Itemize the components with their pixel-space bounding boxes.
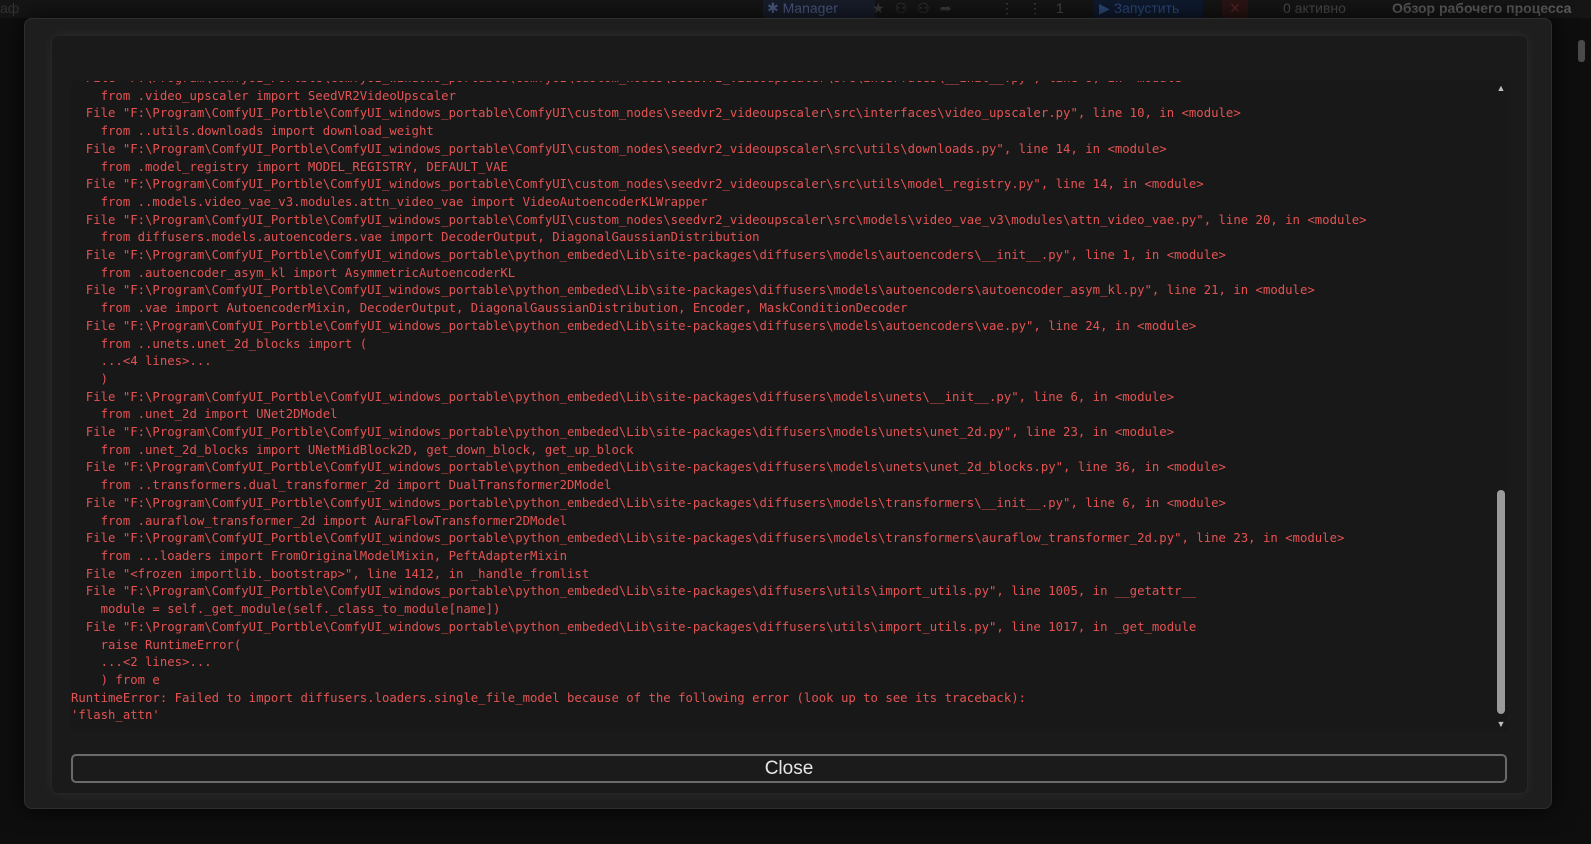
batch-count-value: 1 [1056,0,1078,16]
share-icon[interactable]: ➦ [940,0,962,16]
drag-handle-icon: ⋮⋮ [1000,0,1056,16]
puzzle-icon: ✱ [767,0,783,16]
batch-count[interactable]: ⋮⋮1 [1000,0,1078,18]
log-line: from .model_registry import MODEL_REGIST… [71,159,508,174]
scroll-down-arrow-icon[interactable]: ▼ [1494,717,1508,731]
log-line: File "F:\Program\ComfyUI_Portble\ComfyUI… [71,425,1175,440]
log-line: File "F:\Program\ComfyUI_Portble\ComfyUI… [71,531,1345,546]
error-log-text: File "F:\Program\ComfyUI_Portble\ComfyUI… [71,81,1492,725]
log-line: File "F:\Program\ComfyUI_Portble\ComfyUI… [71,141,1167,156]
log-line: from .video_upscaler import SeedVR2Video… [71,88,456,103]
log-line: File "F:\Program\ComfyUI_Portble\ComfyUI… [71,106,1241,121]
log-line: from .unet_2d import UNet2DModel [71,407,338,422]
log-line: from ..utils.downloads import download_w… [71,124,434,139]
log-line: from .vae import AutoencoderMixin, Decod… [71,301,908,316]
log-line: File "F:\Program\ComfyUI_Portble\ComfyUI… [71,495,1226,510]
log-line: from .autoencoder_asym_kl import Asymmet… [71,265,516,280]
close-button[interactable]: Close [71,754,1507,783]
log-line: File "F:\Program\ComfyUI_Portble\ComfyUI… [71,248,1226,263]
error-log-panel[interactable]: File "F:\Program\ComfyUI_Portble\ComfyUI… [71,81,1508,731]
log-line: from ...loaders import FromOriginalModel… [71,548,568,563]
log-scrollbar-thumb[interactable] [1497,490,1505,714]
log-line: File "F:\Program\ComfyUI_Portble\ComfyUI… [71,318,1197,333]
log-line: module = self._get_module(self._class_to… [71,602,501,617]
user-icon[interactable]: ⚇ [895,0,918,16]
log-line: from .unet_2d_blocks import UNetMidBlock… [71,442,634,457]
log-line: from diffusers.models.autoencoders.vae i… [71,230,760,245]
log-line: ) from e [71,672,160,687]
log-line: File "F:\Program\ComfyUI_Portble\ComfyUI… [71,619,1197,634]
log-line: File "F:\Program\ComfyUI_Portble\ComfyUI… [71,81,1189,85]
user-alt-icon[interactable]: ⚇ [917,0,940,16]
play-icon: ▶ [1099,0,1114,16]
log-line: File "F:\Program\ComfyUI_Portble\ComfyUI… [71,389,1175,404]
log-line: raise RuntimeError( [71,637,242,652]
scroll-up-arrow-icon[interactable]: ▲ [1494,81,1508,95]
run-label: Запустить [1113,0,1180,16]
star-icon[interactable]: ★ [872,0,895,16]
active-queue-count: 0 активно [1283,0,1346,16]
log-line: ...<2 lines>... [71,655,212,670]
log-line: File "F:\Program\ComfyUI_Portble\ComfyUI… [71,283,1315,298]
workflow-overview-tab[interactable]: Обзор рабочего процесса [1392,0,1571,18]
log-line: ) [71,371,109,386]
log-line: from ..models.video_vae_v3.modules.attn_… [71,194,708,209]
manager-label: Manager [782,0,838,16]
log-line: File "<frozen importlib._bootstrap>", li… [71,566,590,581]
log-line: ...<4 lines>... [71,354,212,369]
manager-button[interactable]: ✱ Manager [763,0,875,18]
log-line: from ..transformers.dual_transformer_2d … [71,478,612,493]
log-line: RuntimeError: Failed to import diffusers… [71,690,1027,705]
page-scrollbar-thumb[interactable] [1578,40,1585,62]
log-line: from .auraflow_transformer_2d import Aur… [71,513,568,528]
log-line: File "F:\Program\ComfyUI_Portble\ComfyUI… [71,212,1367,227]
log-line: 'flash_attn' [71,708,160,723]
run-button[interactable]: ▶ Запустить [1093,0,1203,18]
close-icon: ✕ [1229,0,1241,16]
log-line: File "F:\Program\ComfyUI_Portble\ComfyUI… [71,460,1226,475]
toolbar-icon-group: ★⚇⚇➦ [872,0,961,18]
log-scrollbar[interactable]: ▲ ▼ [1494,81,1508,731]
background-toolbar: аф ✱ Manager ★⚇⚇➦ ⋮⋮1 ▶ Запустить ✕ 0 ак… [0,0,1591,18]
stop-button[interactable]: ✕ [1222,0,1248,18]
log-line: File "F:\Program\ComfyUI_Portble\ComfyUI… [71,584,1197,599]
toolbar-left-fragment: аф [0,0,20,16]
log-line: from ..unets.unet_2d_blocks import ( [71,336,368,351]
log-line: File "F:\Program\ComfyUI_Portble\ComfyUI… [71,177,1204,192]
